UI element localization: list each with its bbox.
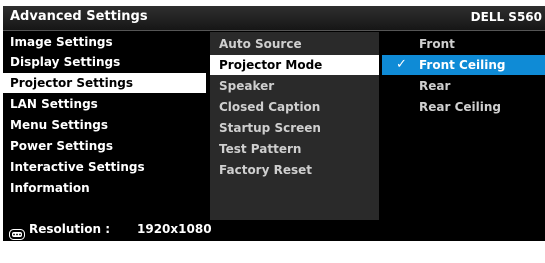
option-front[interactable]: Front <box>382 34 545 54</box>
menu-item-lan-settings[interactable]: LAN Settings <box>3 94 206 114</box>
option-label: Front <box>419 37 455 51</box>
resolution-label: Resolution : <box>29 222 111 236</box>
menu-item-power-settings[interactable]: Power Settings <box>3 136 206 156</box>
submenu: Auto Source Projector Mode Speaker Close… <box>210 32 379 220</box>
submenu-item-factory-reset[interactable]: Factory Reset <box>210 160 379 180</box>
submenu-item-label: Auto Source <box>219 37 302 51</box>
submenu-item-label: Factory Reset <box>219 163 312 177</box>
menu-item-information[interactable]: Information <box>3 178 206 198</box>
option-rear[interactable]: Rear <box>382 76 545 96</box>
menu-item-interactive-settings[interactable]: Interactive Settings <box>3 157 206 177</box>
menu-item-label: Power Settings <box>10 139 114 153</box>
menu-title: Advanced Settings <box>10 9 148 24</box>
submenu-item-closed-caption[interactable]: Closed Caption <box>210 97 379 117</box>
main-menu: Image Settings Display Settings Projecto… <box>3 32 206 209</box>
menu-item-label: Interactive Settings <box>10 160 145 174</box>
menu-item-label: Image Settings <box>10 35 113 49</box>
osd-menu: Advanced Settings DELL S560 Image Settin… <box>3 6 545 241</box>
submenu-item-label: Closed Caption <box>219 100 321 114</box>
menu-item-label: LAN Settings <box>10 97 98 111</box>
submenu-item-startup-screen[interactable]: Startup Screen <box>210 118 379 138</box>
submenu-item-label: Speaker <box>219 79 275 93</box>
option-label: Rear <box>419 79 451 93</box>
submenu-item-label: Startup Screen <box>219 121 321 135</box>
title-bar: Advanced Settings DELL S560 <box>3 6 545 31</box>
submenu-item-speaker[interactable]: Speaker <box>210 76 379 96</box>
menu-item-projector-settings[interactable]: Projector Settings <box>3 73 206 93</box>
option-label: Front Ceiling <box>419 58 506 72</box>
menu-item-display-settings[interactable]: Display Settings <box>3 52 206 72</box>
checkmark-icon: ✓ <box>396 57 407 72</box>
menu-item-label: Menu Settings <box>10 118 108 132</box>
submenu-item-label: Test Pattern <box>219 142 302 156</box>
submenu-item-test-pattern[interactable]: Test Pattern <box>210 139 379 159</box>
submenu-item-auto-source[interactable]: Auto Source <box>210 34 379 54</box>
menu-item-image-settings[interactable]: Image Settings <box>3 32 206 52</box>
resolution-value: 1920x1080 <box>137 222 212 236</box>
resolution-port-icon <box>9 225 25 240</box>
submenu-item-projector-mode[interactable]: Projector Mode <box>210 55 379 75</box>
option-rear-ceiling[interactable]: Rear Ceiling <box>382 97 545 117</box>
status-bar: Resolution : 1920x1080 <box>3 220 545 241</box>
menu-item-label: Projector Settings <box>10 76 134 90</box>
option-label: Rear Ceiling <box>419 100 501 114</box>
option-front-ceiling[interactable]: ✓ Front Ceiling <box>382 55 545 75</box>
submenu-item-label: Projector Mode <box>219 58 323 72</box>
options-panel: Front ✓ Front Ceiling Rear Rear Ceiling <box>382 32 545 220</box>
menu-item-menu-settings[interactable]: Menu Settings <box>3 115 206 135</box>
menu-item-label: Information <box>10 181 90 195</box>
menu-item-label: Display Settings <box>10 55 121 69</box>
model-name: DELL S560 <box>470 10 542 24</box>
